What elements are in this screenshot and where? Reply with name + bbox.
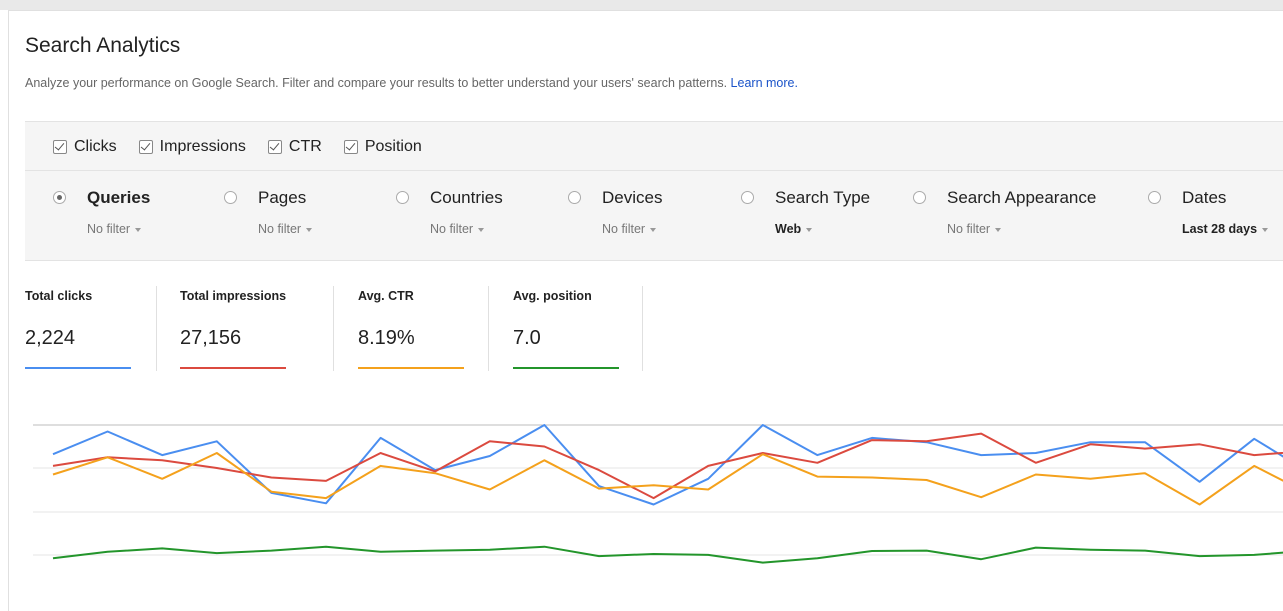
- dates-radio[interactable]: [1148, 191, 1161, 204]
- total-label: Total clicks: [25, 289, 93, 303]
- devices-radio[interactable]: [568, 191, 581, 204]
- chevron-down-icon: [806, 227, 813, 232]
- clicks-checkbox[interactable]: [53, 140, 67, 154]
- metric-toggle-clicks[interactable]: Clicks: [53, 138, 117, 156]
- series-color-bar: [180, 367, 286, 369]
- series-color-bar: [358, 367, 464, 369]
- pages-radio[interactable]: [224, 191, 237, 204]
- chevron-down-icon: [650, 227, 657, 232]
- filter-value: No filter: [430, 222, 474, 236]
- ctr-checkbox[interactable]: [267, 140, 282, 154]
- filter-value: No filter: [947, 222, 991, 236]
- queries-radio[interactable]: [53, 191, 66, 204]
- chevron-down-icon: [478, 227, 485, 232]
- metric-toggles: Clicks Impressions CTR Position: [53, 136, 444, 158]
- metric-label: Position: [364, 138, 422, 155]
- chevron-down-icon: [135, 227, 142, 232]
- totals-separator: [156, 286, 157, 371]
- dimension-label: Pages: [258, 188, 307, 207]
- search-type-radio[interactable]: [741, 191, 754, 204]
- filter-panel: Clicks Impressions CTR Position Queries …: [25, 121, 1283, 261]
- metric-label: Impressions: [159, 138, 246, 155]
- position-checkbox[interactable]: [343, 140, 358, 154]
- filter-value: No filter: [602, 222, 646, 236]
- devices-filter-dropdown[interactable]: No filter: [602, 222, 657, 236]
- total-label: Avg. position: [513, 289, 592, 303]
- metric-toggle-ctr[interactable]: CTR: [267, 138, 322, 156]
- pages-filter-dropdown[interactable]: No filter: [258, 222, 313, 236]
- totals-separator: [488, 286, 489, 371]
- chevron-down-icon: [995, 227, 1002, 232]
- dimension-label: Search Appearance: [947, 188, 1097, 207]
- dimension-label: Search Type: [775, 188, 871, 207]
- totals-separator: [333, 286, 334, 371]
- series-color-bar: [513, 367, 619, 369]
- page-title: Search Analytics: [25, 34, 181, 57]
- countries-filter-dropdown[interactable]: No filter: [430, 222, 485, 236]
- dimension-label: Dates: [1182, 188, 1227, 207]
- countries-radio[interactable]: [396, 191, 409, 204]
- metric-label: CTR: [288, 138, 322, 155]
- search-appearance-filter-dropdown[interactable]: No filter: [947, 222, 1002, 236]
- learn-more-link[interactable]: Learn more.: [731, 76, 798, 90]
- queries-filter-dropdown[interactable]: No filter: [87, 222, 142, 236]
- search-type-filter-dropdown[interactable]: Web: [775, 222, 813, 236]
- chevron-down-icon: [1262, 227, 1269, 232]
- total-value: 2,224: [25, 327, 76, 349]
- series-line-1: [52, 432, 1283, 500]
- series-color-bar: [25, 367, 131, 369]
- total-label: Total impressions: [180, 289, 287, 303]
- filter-value: Last 28 days: [1182, 222, 1258, 236]
- panel-divider: [25, 170, 1283, 171]
- search-appearance-radio[interactable]: [913, 191, 926, 204]
- total-value: 8.19%: [358, 327, 415, 349]
- performance-line-chart[interactable]: [33, 418, 1283, 586]
- filter-value: No filter: [258, 222, 302, 236]
- metric-toggle-impressions[interactable]: Impressions: [138, 138, 246, 156]
- description-text: Analyze your performance on Google Searc…: [25, 76, 728, 90]
- dates-filter-dropdown[interactable]: Last 28 days: [1182, 222, 1269, 236]
- dimension-label: Queries: [87, 188, 151, 207]
- totals-separator: [642, 286, 643, 371]
- filter-value: No filter: [87, 222, 131, 236]
- impressions-checkbox[interactable]: [138, 140, 153, 154]
- metric-toggle-position[interactable]: Position: [343, 138, 422, 156]
- total-value: 7.0: [513, 327, 541, 349]
- dimension-label: Countries: [430, 188, 503, 207]
- total-value: 27,156: [180, 327, 242, 349]
- dimension-label: Devices: [602, 188, 663, 207]
- series-line-0: [52, 424, 1283, 506]
- metric-label: Clicks: [74, 138, 117, 155]
- total-label: Avg. CTR: [358, 289, 414, 303]
- filter-value: Web: [775, 222, 802, 236]
- top-shade: [0, 0, 1283, 10]
- chevron-down-icon: [306, 227, 313, 232]
- page-description: Analyze your performance on Google Searc…: [25, 76, 798, 90]
